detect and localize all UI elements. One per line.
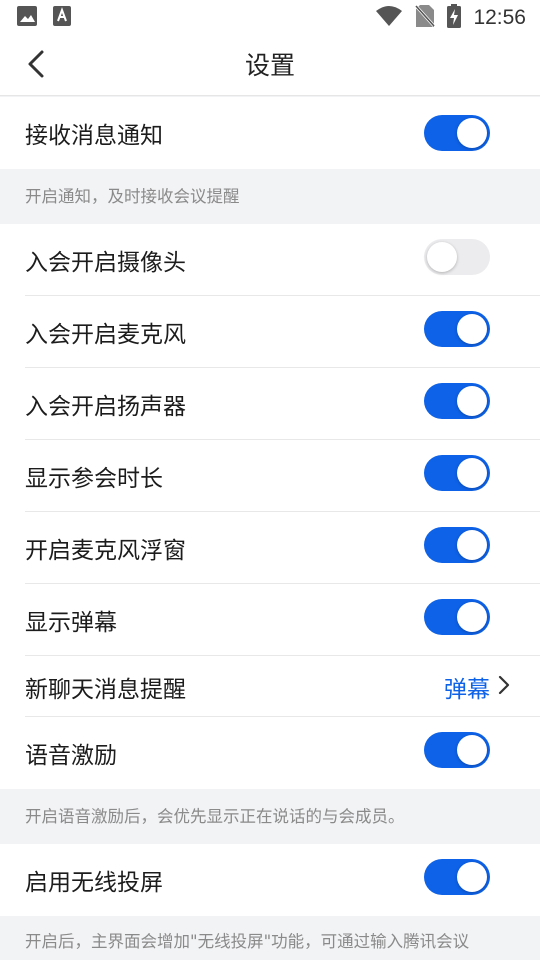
setting-mic-float: 开启麦克风浮窗 [0, 512, 540, 584]
wifi-icon [375, 5, 403, 31]
setting-label: 入会开启扬声器 [25, 394, 186, 420]
setting-new-chat-alert[interactable]: 新聊天消息提醒 弹幕 [0, 656, 540, 717]
chevron-right-icon [498, 675, 510, 699]
new-chat-alert-selector[interactable]: 弹幕 [444, 656, 510, 717]
setting-receive-notify: 接收消息通知 [0, 97, 540, 169]
toggle-knob [457, 602, 487, 632]
font-icon [52, 5, 72, 31]
voice-incentive-toggle[interactable] [424, 732, 490, 768]
setting-show-duration: 显示参会时长 [0, 440, 540, 512]
toggle-knob [457, 530, 487, 560]
setting-mic-on-join: 入会开启麦克风 [0, 296, 540, 368]
setting-wireless-cast: 启用无线投屏 [0, 844, 540, 916]
status-bar: 12:56 [0, 0, 540, 36]
speaker-on-join-toggle[interactable] [424, 383, 490, 419]
wireless-cast-toggle[interactable] [424, 859, 490, 895]
setting-speaker-on-join: 入会开启扬声器 [0, 368, 540, 440]
show-barrage-toggle[interactable] [424, 599, 490, 635]
setting-voice-incentive: 语音激励 [0, 717, 540, 789]
setting-label: 语音激励 [25, 743, 117, 769]
mic-on-join-toggle[interactable] [424, 311, 490, 347]
setting-label: 显示参会时长 [25, 466, 163, 492]
new-chat-alert-value: 弹幕 [444, 676, 490, 703]
toggle-knob [457, 118, 487, 148]
setting-show-barrage: 显示弹幕 [0, 584, 540, 656]
receive-notify-toggle[interactable] [424, 115, 490, 151]
toggle-knob [457, 862, 487, 892]
show-duration-toggle[interactable] [424, 455, 490, 491]
toggle-knob [457, 735, 487, 765]
battery-charging-icon [447, 4, 462, 32]
setting-label: 新聊天消息提醒 [25, 676, 186, 703]
setting-label: 入会开启麦克风 [25, 322, 186, 348]
page-title: 设置 [244, 51, 295, 80]
mic-float-toggle[interactable] [424, 527, 490, 563]
setting-label: 入会开启摄像头 [25, 250, 186, 276]
image-icon [16, 5, 38, 31]
voice-incentive-hint: 开启语音激励后，会优先显示正在说话的与会成员。 [0, 789, 540, 844]
back-button[interactable] [18, 48, 54, 84]
setting-label: 接收消息通知 [25, 123, 163, 149]
camera-on-join-toggle[interactable] [424, 239, 490, 275]
setting-label: 启用无线投屏 [25, 870, 163, 896]
toggle-knob [427, 242, 457, 272]
status-time: 12:56 [473, 6, 526, 29]
toggle-knob [457, 314, 487, 344]
chevron-left-icon [26, 49, 46, 83]
toggle-knob [457, 458, 487, 488]
setting-label: 显示弹幕 [25, 610, 117, 636]
wireless-cast-hint: 开启后，主界面会增加"无线投屏"功能，可通过输入腾讯会议Rooms上的投屏码，向… [0, 916, 540, 960]
nav-bar: 设置 [0, 36, 540, 96]
no-sim-icon [415, 4, 436, 32]
setting-camera-on-join: 入会开启摄像头 [0, 224, 540, 296]
toggle-knob [457, 386, 487, 416]
setting-label: 开启麦克风浮窗 [25, 538, 186, 564]
receive-notify-hint: 开启通知，及时接收会议提醒 [0, 169, 540, 224]
